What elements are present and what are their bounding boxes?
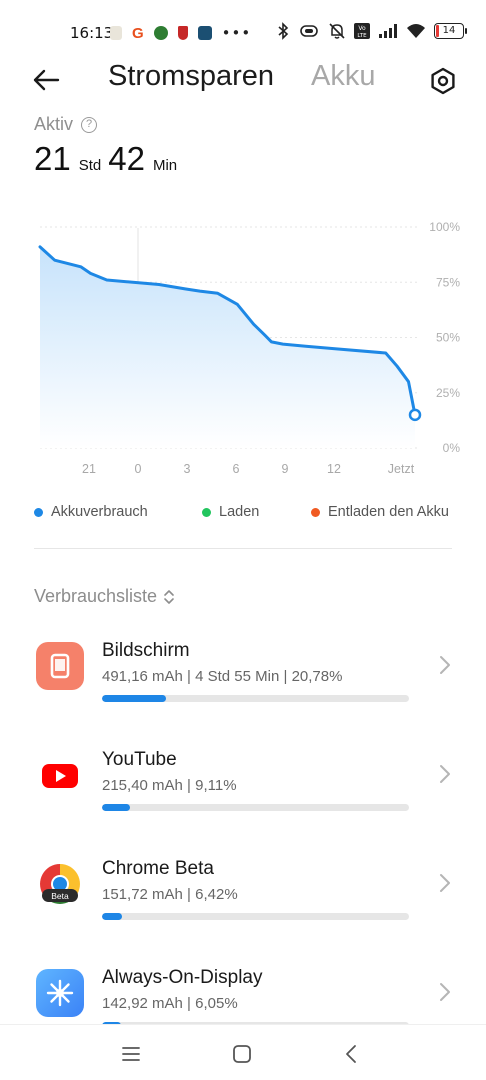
usage-progress-fill	[102, 804, 130, 811]
legend-item-laden: Laden	[202, 504, 259, 520]
divider	[34, 548, 452, 549]
chrome-beta-icon: Beta	[36, 860, 84, 908]
mute-icon	[329, 23, 345, 39]
duration-minutes: 42	[108, 140, 145, 177]
battery-level-fill	[436, 25, 439, 37]
tab-akku[interactable]: Akku	[311, 60, 375, 93]
y-tick-label: 50%	[436, 331, 460, 345]
usage-progress-bar	[102, 913, 409, 920]
legend-dot	[34, 507, 43, 517]
notification-icons: G •••	[110, 24, 251, 42]
svg-text:LTE: LTE	[357, 33, 367, 39]
sort-updown-icon	[164, 589, 174, 604]
more-notifications-icon: •••	[221, 24, 252, 42]
legend-dot	[311, 507, 320, 517]
bluetooth-icon	[278, 22, 289, 40]
usage-progress-fill	[102, 695, 166, 702]
chevron-right-icon	[440, 874, 450, 892]
duration-hours-unit: Std	[78, 157, 102, 174]
chevron-right-icon	[440, 656, 450, 674]
chrome-beta-badge: Beta	[51, 891, 69, 901]
signal-icon	[379, 24, 397, 38]
y-tick-label: 100%	[429, 220, 460, 234]
duration-hours: 21	[34, 140, 71, 177]
navigation-bar	[0, 1024, 486, 1080]
app-usage-stats: 215,40 mAh | 9,11%	[102, 777, 237, 794]
legend-label: Akkuverbrauch	[51, 504, 148, 520]
legend-item-akkuverbrauch: Akkuverbrauch	[34, 504, 148, 520]
x-tick-label: 12	[327, 462, 341, 476]
list-item-bildschirm[interactable]: Bildschirm 491,16 mAh | 4 Std 55 Min | 2…	[0, 640, 486, 742]
notification-app-icon	[197, 26, 212, 40]
usage-progress-bar	[102, 804, 409, 811]
usage-progress-bar	[102, 695, 409, 702]
x-tick-label: 3	[184, 462, 191, 476]
y-tick-label: 25%	[436, 386, 460, 400]
list-item-chrome-beta[interactable]: Beta Chrome Beta 151,72 mAh | 6,42%	[0, 858, 486, 960]
vibrate-icon	[300, 25, 318, 37]
active-label: Aktiv ?	[34, 114, 98, 135]
settings-gear-icon[interactable]	[428, 66, 458, 96]
google-icon: G	[132, 24, 144, 42]
usage-list-sort[interactable]: Verbrauchsliste	[34, 586, 175, 607]
header: Stromsparen Akku	[0, 56, 486, 104]
volte-icon: VoLTE	[354, 23, 370, 39]
system-icons: Vo LTE 14	[276, 22, 467, 40]
y-tick-label: 0%	[443, 441, 461, 455]
tab-stromsparen[interactable]: Stromsparen	[108, 60, 274, 93]
recents-menu-icon[interactable]	[120, 1043, 142, 1065]
always-on-display-icon	[36, 969, 84, 1017]
legend-label: Laden	[219, 504, 260, 520]
battery-icon: 14	[434, 23, 467, 39]
app-name: YouTube	[102, 749, 177, 770]
legend-dot	[202, 507, 211, 517]
section-title: Verbrauchsliste	[34, 586, 158, 606]
chart-x-axis: 21 0 3 6 9 12 Jetzt	[82, 462, 415, 476]
app-usage-stats: 491,16 mAh | 4 Std 55 Min | 20,78%	[102, 668, 343, 685]
notification-app-icon	[177, 26, 188, 40]
youtube-icon	[36, 751, 84, 799]
duration-minutes-unit: Min	[152, 157, 178, 174]
usage-progress-fill	[102, 913, 122, 920]
y-tick-label: 75%	[436, 275, 460, 289]
x-tick-label: 9	[282, 462, 289, 476]
chevron-right-icon	[440, 765, 450, 783]
wifi-icon	[407, 24, 425, 38]
x-tick-label: 0	[135, 462, 142, 476]
app-name: Always-On-Display	[102, 967, 263, 988]
chart-legend: Akkuverbrauch Laden Entladen den Akku	[34, 504, 464, 524]
x-tick-label: Jetzt	[388, 462, 415, 476]
active-duration: 21 Std 42 Min	[34, 140, 184, 178]
screen-icon	[36, 642, 84, 690]
legend-item-entladen: Entladen den Akku	[311, 504, 449, 520]
back-arrow-icon[interactable]	[30, 64, 62, 96]
app-name: Bildschirm	[102, 640, 190, 661]
active-label-text: Aktiv	[34, 114, 74, 134]
chart-y-axis: 100% 75% 50% 25% 0%	[429, 220, 460, 455]
app-usage-stats: 142,92 mAh | 6,05%	[102, 995, 238, 1012]
back-icon[interactable]	[341, 1043, 363, 1065]
help-icon[interactable]: ?	[81, 116, 98, 133]
status-time: 16:13	[70, 24, 114, 42]
battery-usage-chart: 100% 75% 50% 25% 0% 21 0 3 6 9 12 Jetzt	[38, 220, 460, 476]
chevron-right-icon	[440, 983, 450, 1001]
x-tick-label: 6	[233, 462, 240, 476]
notification-app-icon	[153, 26, 168, 40]
legend-label: Entladen den Akku	[328, 504, 449, 520]
list-item-youtube[interactable]: YouTube 215,40 mAh | 9,11%	[0, 749, 486, 851]
x-tick-label: 21	[82, 462, 96, 476]
battery-level: 14	[442, 25, 456, 36]
app-name: Chrome Beta	[102, 858, 214, 879]
home-icon[interactable]	[231, 1043, 253, 1065]
chart-current-point	[408, 408, 422, 422]
notification-app-icon	[110, 26, 122, 40]
svg-text:Vo: Vo	[358, 25, 366, 32]
app-usage-stats: 151,72 mAh | 6,42%	[102, 886, 238, 903]
